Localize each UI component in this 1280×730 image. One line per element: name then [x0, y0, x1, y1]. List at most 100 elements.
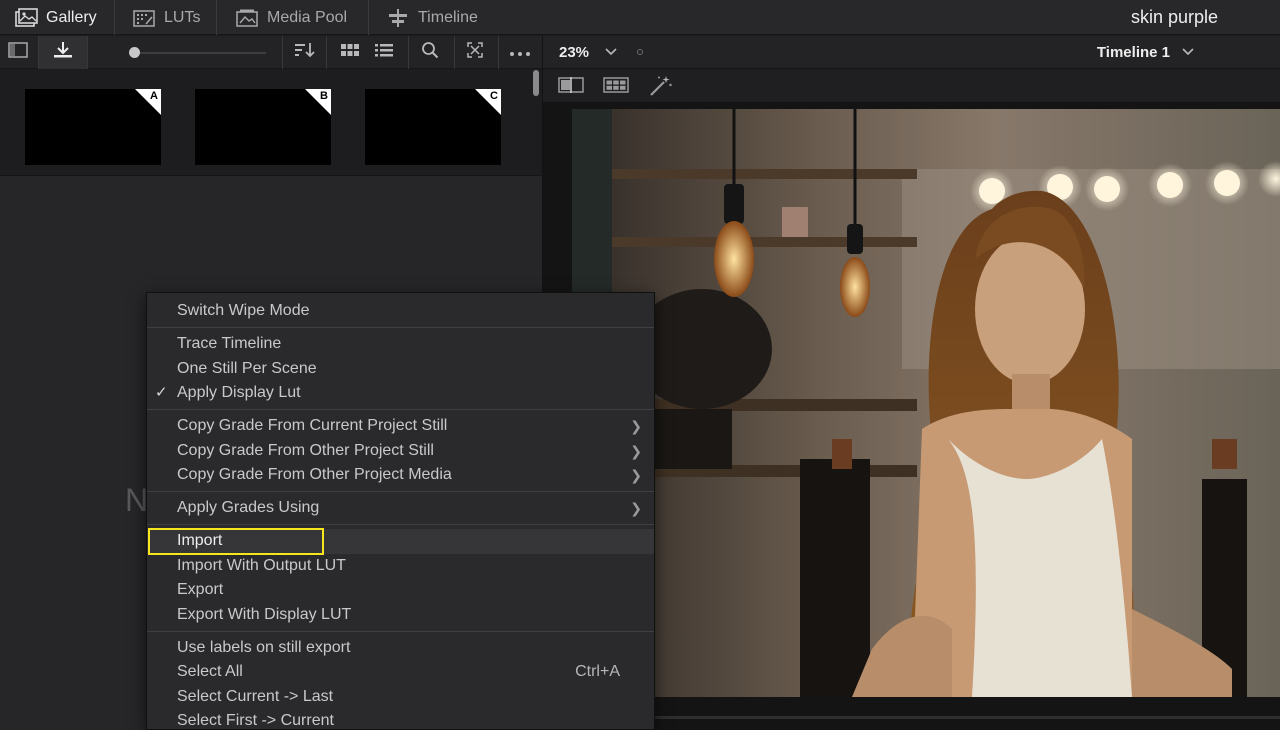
- top-panel-bar: Gallery LUTs Media Pool Timeline skin pu…: [0, 0, 1280, 35]
- luts-icon: [132, 8, 156, 28]
- tab-timeline-label: Timeline: [418, 8, 478, 26]
- wipe-button[interactable]: [558, 76, 584, 99]
- tab-media-pool-label: Media Pool: [267, 8, 348, 26]
- portrait-photo: [572, 109, 1280, 697]
- fit-icon: [467, 42, 483, 63]
- chevron-right-icon: ❯: [630, 442, 642, 459]
- still-label: B: [320, 90, 328, 102]
- tab-gallery-label: Gallery: [46, 8, 97, 26]
- still-thumbnail[interactable]: C: [365, 89, 501, 165]
- zoom-level[interactable]: 23%: [559, 36, 589, 69]
- menu-item-copy-grade-current-project-still[interactable]: Copy Grade From Current Project Still ❯: [147, 414, 654, 439]
- gallery-icon: [14, 7, 38, 28]
- menu-separator: [147, 630, 654, 632]
- grab-still-icon: [52, 41, 74, 64]
- viewer-scrub-bar[interactable]: [653, 716, 1280, 719]
- menu-item-copy-grade-other-project-still[interactable]: Copy Grade From Other Project Still ❯: [147, 439, 654, 464]
- grid-view-icon: [341, 43, 359, 62]
- menu-item-switch-wipe-mode[interactable]: Switch Wipe Mode: [147, 299, 654, 324]
- menu-item-trace-timeline[interactable]: Trace Timeline: [147, 332, 654, 357]
- chevron-down-icon: [605, 45, 617, 62]
- menu-item-apply-grades-using[interactable]: Apply Grades Using ❯: [147, 496, 654, 521]
- sort-button[interactable]: [292, 36, 318, 69]
- menu-item-label: Copy Grade From Current Project Still: [177, 417, 448, 434]
- tab-timeline[interactable]: Timeline: [386, 0, 478, 35]
- toolbar-divider: [408, 36, 409, 69]
- stills-album: A B C: [0, 70, 542, 176]
- timeline-name[interactable]: Timeline 1: [1097, 36, 1170, 69]
- status-dot: [637, 49, 643, 55]
- chevron-right-icon: ❯: [630, 418, 642, 434]
- list-view-button[interactable]: [372, 36, 396, 69]
- chevron-right-icon: ❯: [630, 467, 642, 483]
- search-icon: [421, 41, 439, 64]
- menu-item-label: Import With Output LUT: [177, 556, 346, 574]
- zoom-slider[interactable]: [138, 52, 266, 54]
- menu-item-label: Select First -> Current: [177, 712, 334, 729]
- menu-item-label: Use labels on still export: [177, 638, 351, 656]
- still-thumbnail[interactable]: A: [25, 89, 161, 165]
- tab-luts[interactable]: LUTs: [132, 0, 200, 35]
- highlight-annotation-box: [148, 528, 324, 555]
- more-options-button[interactable]: [506, 36, 534, 69]
- wipe-icon: [558, 77, 584, 98]
- menu-item-export[interactable]: Export: [147, 578, 654, 603]
- menu-item-import[interactable]: Import: [147, 528, 654, 555]
- checkmark-icon: ✓: [155, 384, 168, 401]
- zoom-slider-handle[interactable]: [129, 47, 140, 58]
- chevron-down-icon: [1182, 45, 1194, 62]
- grab-still-button[interactable]: [39, 36, 87, 69]
- menu-item-label: Copy Grade From Other Project Still: [177, 441, 434, 459]
- timeline-icon: [386, 8, 410, 28]
- viewer-tools-bar: [543, 70, 1280, 102]
- viewer-toolbar: 23% Timeline 1: [543, 36, 1280, 69]
- viewer-frame-image[interactable]: [572, 109, 1280, 697]
- menu-item-copy-grade-other-project-media[interactable]: Copy Grade From Other Project Media ❯: [147, 463, 654, 488]
- menu-item-select-first-to-current[interactable]: Select First -> Current: [147, 709, 654, 730]
- sort-icon: [294, 42, 316, 63]
- timeline-dropdown-button[interactable]: [1182, 45, 1194, 63]
- menu-item-select-all[interactable]: Select All Ctrl+A: [147, 660, 654, 685]
- menu-item-select-current-to-last[interactable]: Select Current -> Last: [147, 685, 654, 710]
- toolbar-divider: [454, 36, 455, 69]
- menu-separator: [147, 524, 654, 525]
- menu-item-apply-display-lut[interactable]: ✓ Apply Display Lut: [147, 381, 654, 406]
- menu-item-export-with-display-lut[interactable]: Export With Display LUT: [147, 603, 654, 628]
- chevron-right-icon: ❯: [630, 500, 642, 516]
- menu-item-label: Select All: [177, 663, 243, 680]
- fit-button[interactable]: [463, 36, 487, 69]
- media-pool-icon: [235, 8, 259, 28]
- zoom-dropdown-button[interactable]: [605, 45, 617, 63]
- toolbar-divider: [87, 36, 88, 69]
- still-label: A: [150, 90, 158, 102]
- tab-divider: [114, 0, 115, 35]
- sidebar-toggle-icon: [8, 42, 28, 63]
- gallery-scrollbar[interactable]: [533, 70, 539, 96]
- menu-item-import-with-output-lut[interactable]: Import With Output LUT: [147, 554, 654, 579]
- sidebar-toggle-button[interactable]: [6, 36, 30, 69]
- still-label: C: [490, 90, 498, 102]
- search-button[interactable]: [418, 36, 442, 69]
- tab-media-pool[interactable]: Media Pool: [235, 0, 347, 35]
- menu-item-label: Switch Wipe Mode: [177, 302, 310, 319]
- grid-view-button[interactable]: [338, 36, 362, 69]
- split-screen-icon: [603, 77, 629, 98]
- menu-item-use-labels-on-still-export[interactable]: Use labels on still export: [147, 636, 654, 661]
- tab-gallery[interactable]: Gallery: [14, 0, 97, 35]
- menu-item-label: Export: [177, 581, 224, 598]
- gallery-placeholder-text: N: [125, 482, 149, 518]
- menu-item-one-still-per-scene[interactable]: One Still Per Scene: [147, 357, 654, 382]
- still-thumbnail[interactable]: B: [195, 89, 331, 165]
- toolbar-divider: [282, 36, 283, 69]
- menu-item-label: Copy Grade From Other Project Media: [177, 466, 452, 483]
- menu-item-label: Select Current -> Last: [177, 687, 334, 705]
- menu-separator: [147, 409, 654, 410]
- more-options-icon: [509, 44, 531, 62]
- project-title: skin purple: [1130, 7, 1218, 27]
- menu-item-label: Apply Grades Using: [177, 499, 320, 516]
- tab-luts-label: LUTs: [164, 8, 201, 26]
- menu-item-shortcut: Ctrl+A: [575, 663, 620, 680]
- split-screen-button[interactable]: [603, 76, 629, 99]
- context-menu: Switch Wipe Mode Trace Timeline One Stil…: [146, 292, 655, 730]
- highlight-button[interactable]: [649, 75, 673, 102]
